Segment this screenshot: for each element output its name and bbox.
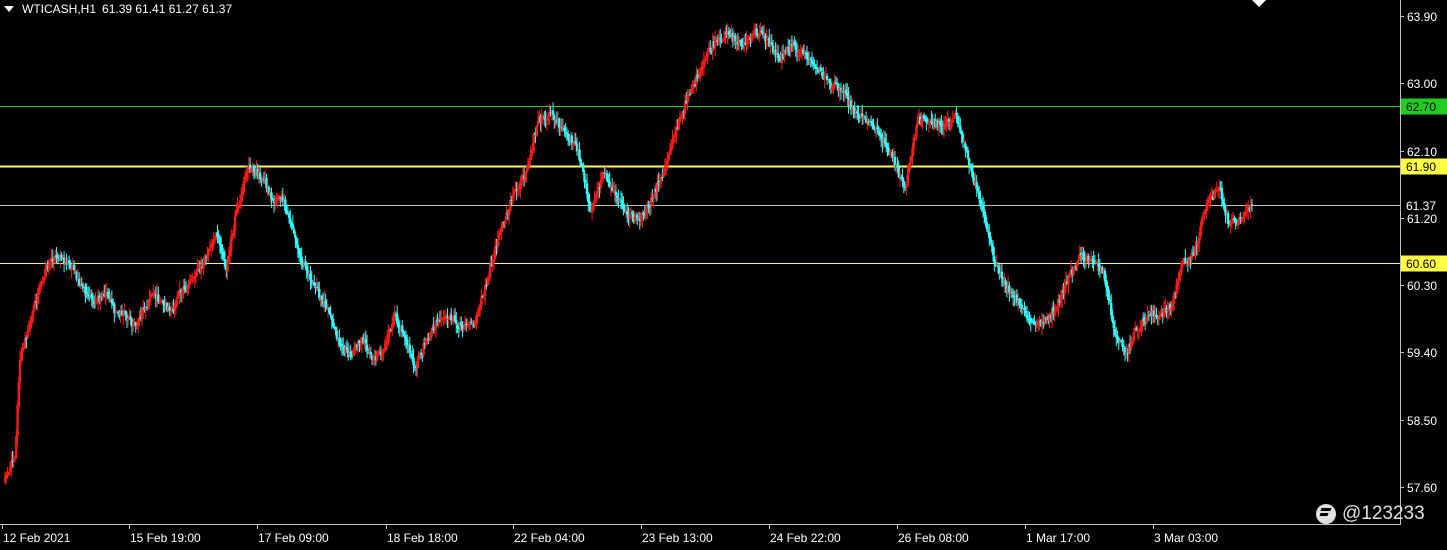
y-tick-label: 58.50 — [1407, 414, 1437, 428]
chart-area: 57.60 58.50 59.40 60.30 61.20 62.10 63.00 63.90… — [0, 0, 1447, 550]
x-tick-label: 15 Feb 19:00 — [130, 531, 201, 545]
y-tick-label: 63.90 — [1407, 10, 1437, 24]
x-tick-label: 23 Feb 13:00 — [642, 531, 713, 545]
price-line-label-text: 61.90 — [1406, 160, 1436, 174]
candle-body-bull — [1132, 332, 1136, 342]
candle — [535, 125, 538, 137]
candle-body-bear — [329, 312, 332, 315]
candle-body-bull — [6, 475, 9, 477]
y-tick-label: 62.10 — [1407, 145, 1437, 159]
candle-body-bull — [504, 220, 507, 224]
x-tick-label: 24 Feb 22:00 — [770, 531, 841, 545]
ohlc-values: 61.39 61.41 61.27 61.37 — [102, 2, 233, 16]
x-tick-label: 12 Feb 2021 — [3, 531, 71, 545]
candle-body-bull — [666, 161, 669, 167]
candle-body-bull — [1067, 277, 1070, 285]
candle-body-bear — [455, 320, 458, 325]
x-tick-label: 1 Mar 17:00 — [1026, 531, 1090, 545]
candlestick-chart: 57.60 58.50 59.40 60.30 61.20 62.10 63.00 63.90… — [0, 0, 1447, 550]
y-tick-label: 63.00 — [1407, 77, 1437, 91]
x-tick-label: 18 Feb 18:00 — [387, 531, 458, 545]
y-tick-label: 60.30 — [1407, 279, 1437, 293]
candle-body-bear — [966, 150, 970, 159]
price-line-label: 62.70 — [1401, 98, 1447, 115]
dropdown-triangle-icon[interactable] — [4, 6, 14, 12]
y-tick-label: 59.40 — [1407, 346, 1437, 360]
price-line-label-text: 62.70 — [1406, 100, 1436, 114]
watermark: @123233 — [1316, 503, 1425, 525]
candle-body-bull — [535, 126, 538, 136]
price-line-label: 60.60 — [1401, 255, 1447, 272]
x-tick-label: 22 Feb 04:00 — [514, 531, 585, 545]
price-line-label-text: 60.60 — [1406, 257, 1436, 271]
x-tick-label: 17 Feb 09:00 — [258, 531, 329, 545]
price-line-label: 61.90 — [1401, 158, 1447, 175]
x-tick-label: 26 Feb 08:00 — [898, 531, 969, 545]
candle-body-bull — [40, 283, 43, 287]
y-tick-label: 61.20 — [1407, 212, 1437, 226]
shift-marker-icon[interactable] — [1252, 0, 1266, 7]
watermark-logo-icon — [1316, 504, 1336, 524]
candle-body-bull — [26, 331, 29, 338]
watermark-text: @123233 — [1342, 503, 1425, 524]
candle-body-bull — [706, 53, 709, 57]
candle-body-bull — [908, 162, 912, 170]
chart-header: WTICASH,H1 61.39 61.41 61.27 61.37 — [4, 2, 232, 16]
price-line-label-text: 61.37 — [1406, 199, 1436, 213]
symbol-label: WTICASH,H1 — [22, 2, 97, 16]
candle-body-bull — [233, 216, 237, 231]
x-tick-label: 3 Mar 03:00 — [1154, 531, 1218, 545]
candle-body-bear — [1250, 204, 1254, 206]
price-line-label: 61.37 — [1401, 197, 1447, 214]
y-tick-label: 57.60 — [1407, 481, 1437, 495]
